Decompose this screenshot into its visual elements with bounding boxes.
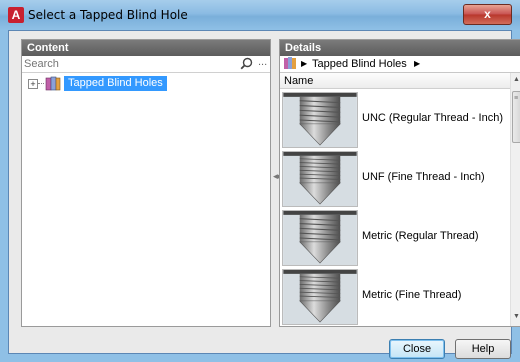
window-close-button[interactable]: x: [463, 4, 512, 25]
help-button[interactable]: Help: [455, 339, 511, 359]
breadcrumb: ▶ Tapped Blind Holes ▶: [280, 56, 520, 73]
vertical-scrollbar[interactable]: ▲ ≡ ▼: [510, 73, 520, 326]
list-item-label: Metric (Fine Thread): [362, 289, 462, 301]
autocad-icon: A: [8, 7, 24, 23]
title-bar[interactable]: A Select a Tapped Blind Hole x: [0, 0, 520, 30]
list-item-label: Metric (Regular Thread): [362, 230, 479, 242]
breadcrumb-item[interactable]: Tapped Blind Holes: [312, 57, 407, 71]
window-title: Select a Tapped Blind Hole: [28, 8, 188, 22]
column-header-name[interactable]: Name: [280, 73, 510, 89]
search-options-button[interactable]: ...: [258, 56, 267, 68]
breadcrumb-arrow-icon[interactable]: ▶: [414, 59, 420, 68]
tree-item-label[interactable]: Tapped Blind Holes: [64, 76, 167, 91]
tree-expander[interactable]: +: [28, 79, 38, 89]
breadcrumb-arrow-icon[interactable]: ▶: [301, 59, 307, 68]
content-panel-header: Content: [22, 40, 270, 56]
close-button[interactable]: Close: [389, 339, 445, 359]
list-item-label: UNF (Fine Thread - Inch): [362, 171, 485, 183]
list-item[interactable]: UNC (Regular Thread - Inch): [280, 90, 510, 148]
details-panel-header: Details: [280, 40, 520, 56]
window-frame: Content ... +: [0, 30, 520, 362]
list-item[interactable]: Metric (Regular Thread): [280, 208, 510, 266]
thread-thumbnail: [282, 269, 358, 325]
search-icon[interactable]: [240, 57, 253, 70]
thread-thumbnail: [282, 92, 358, 148]
thread-thumbnail: [282, 151, 358, 207]
list-item[interactable]: Metric (Fine Thread): [280, 267, 510, 325]
dialog-client-area: Content ... +: [8, 30, 520, 359]
library-icon: [284, 57, 296, 69]
folder-icon: [45, 76, 61, 91]
dialog-window: A Select a Tapped Blind Hole x Content .…: [0, 0, 520, 362]
scroll-up-icon[interactable]: ▲: [513, 76, 520, 83]
search-bar: ...: [22, 56, 270, 73]
thread-thumbnail: [282, 210, 358, 266]
content-panel: Content ... +: [21, 39, 271, 327]
scroll-down-icon[interactable]: ▼: [513, 313, 520, 320]
tree-connector: [38, 83, 44, 84]
grip-icon: ≡: [514, 95, 519, 102]
details-panel: Details ▶ Tapped Blind Holes ▶ Name UNC …: [279, 39, 520, 327]
list-item[interactable]: UNF (Fine Thread - Inch): [280, 149, 510, 207]
search-input[interactable]: [22, 56, 234, 71]
details-list: UNC (Regular Thread - Inch) UNF (Fine Th…: [280, 90, 510, 326]
list-item-label: UNC (Regular Thread - Inch): [362, 112, 504, 124]
